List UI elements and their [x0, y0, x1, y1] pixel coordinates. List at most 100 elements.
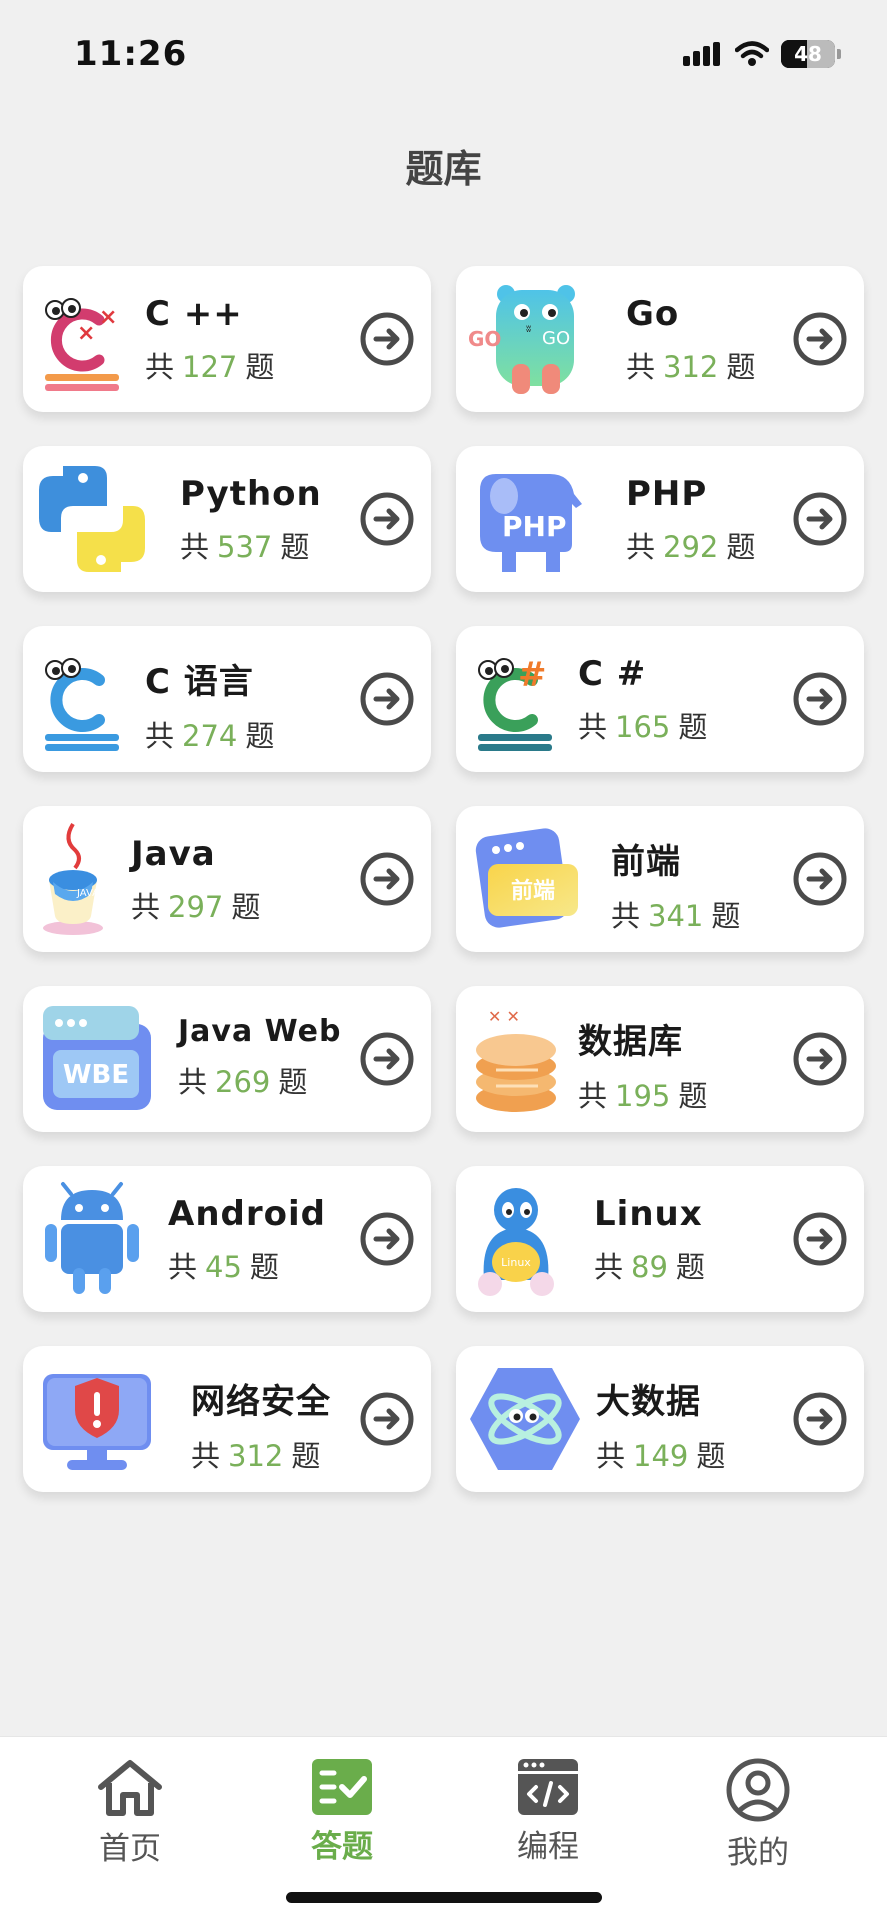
- go-gopher-icon: ʬ GO GO: [468, 285, 575, 394]
- category-card-java-web[interactable]: WBE Java Web 共 269 题: [23, 986, 431, 1132]
- svg-text:×: ×: [77, 321, 95, 346]
- category-name: C ++: [145, 294, 243, 334]
- category-name: Linux: [594, 1194, 703, 1234]
- category-name: 前端: [611, 842, 681, 882]
- category-name: 大数据: [596, 1382, 701, 1422]
- category-card-database[interactable]: ✕ ✕ 数据库 共 195 题: [456, 986, 864, 1132]
- question-count: 共 341 题: [611, 899, 741, 933]
- linux-penguin-icon: Linux: [478, 1188, 554, 1296]
- php-elephant-icon: PHP: [480, 474, 582, 572]
- arrow-right-icon[interactable]: [359, 311, 415, 367]
- android-icon: [45, 1182, 139, 1294]
- category-name: Android: [168, 1194, 326, 1234]
- arrow-right-icon[interactable]: [359, 491, 415, 547]
- question-count: 共 269 题: [178, 1065, 308, 1099]
- cpp-icon: × ×: [45, 298, 119, 391]
- category-name: C #: [578, 654, 647, 694]
- status-bar: 11:26 48: [0, 0, 887, 110]
- category-name: PHP: [626, 474, 708, 514]
- question-count: 共 165 题: [578, 710, 708, 744]
- svg-text:WBE: WBE: [63, 1060, 129, 1090]
- wifi-icon: [735, 41, 769, 66]
- c-language-icon: [45, 658, 119, 751]
- question-count: 共 89 题: [594, 1250, 705, 1284]
- category-card-c[interactable]: C 语言 共 274 题: [23, 626, 431, 772]
- frontend-icon: 前端: [475, 828, 578, 928]
- svg-text:×: ×: [99, 305, 117, 330]
- category-name: 数据库: [578, 1022, 683, 1062]
- security-monitor-icon: [43, 1374, 151, 1470]
- tab-home-label: 首页: [99, 1831, 161, 1867]
- arrow-right-icon[interactable]: [359, 1031, 415, 1087]
- database-icon: ✕ ✕: [476, 1007, 556, 1112]
- category-card-python[interactable]: Python 共 537 题: [23, 446, 431, 592]
- question-count: 共 297 题: [131, 890, 261, 924]
- code-icon: [518, 1759, 578, 1815]
- java-web-icon: WBE: [43, 1006, 151, 1110]
- question-count: 共 312 题: [626, 350, 756, 384]
- profile-icon: [726, 1758, 790, 1822]
- category-card-java[interactable]: JAVA Java 共 297 题: [23, 806, 431, 952]
- svg-text:GO: GO: [542, 328, 570, 349]
- category-name: Java Web: [178, 1014, 342, 1049]
- arrow-right-icon[interactable]: [792, 1211, 848, 1267]
- big-data-icon: [470, 1368, 580, 1470]
- category-name: Java: [131, 834, 216, 874]
- category-name: 网络安全: [191, 1382, 331, 1422]
- svg-text:✕ ✕: ✕ ✕: [488, 1007, 520, 1026]
- tab-quiz[interactable]: 答题: [242, 1757, 442, 1866]
- python-icon: [39, 466, 145, 572]
- arrow-right-icon[interactable]: [359, 671, 415, 727]
- tab-home[interactable]: 首页: [30, 1757, 230, 1868]
- category-name: Go: [626, 294, 680, 334]
- page-title: 题库: [405, 147, 482, 191]
- tab-quiz-label: 答题: [311, 1829, 373, 1865]
- question-count: 共 312 题: [191, 1439, 321, 1473]
- category-card-frontend[interactable]: 前端 前端 共 341 题: [456, 806, 864, 952]
- category-card-network-security[interactable]: 网络安全 共 312 题: [23, 1346, 431, 1492]
- status-icons: 48: [683, 40, 841, 68]
- tab-code-label: 编程: [517, 1829, 579, 1865]
- question-count: 共 127 题: [145, 350, 275, 384]
- svg-text:JAVA: JAVA: [76, 888, 99, 899]
- arrow-right-icon[interactable]: [792, 311, 848, 367]
- arrow-right-icon[interactable]: [359, 1391, 415, 1447]
- tab-code[interactable]: 编程: [448, 1757, 648, 1866]
- category-grid: × × C ++ 共 127 题 ʬ GO GO Go 共 312 题 Pyth…: [23, 266, 864, 1492]
- battery-icon: 48: [781, 40, 835, 68]
- category-card-big-data[interactable]: 大数据 共 149 题: [456, 1346, 864, 1492]
- question-count: 共 45 题: [168, 1250, 279, 1284]
- category-card-android[interactable]: Android 共 45 题: [23, 1166, 431, 1312]
- arrow-right-icon[interactable]: [792, 1391, 848, 1447]
- category-card-csharp[interactable]: # C # 共 165 题: [456, 626, 864, 772]
- svg-text:GO: GO: [468, 327, 501, 351]
- svg-text:PHP: PHP: [502, 510, 566, 543]
- category-card-linux[interactable]: Linux Linux 共 89 题: [456, 1166, 864, 1312]
- csharp-icon: #: [478, 655, 552, 751]
- arrow-right-icon[interactable]: [359, 851, 415, 907]
- svg-text:ʬ: ʬ: [526, 324, 531, 335]
- arrow-right-icon[interactable]: [359, 1211, 415, 1267]
- status-time: 11:26: [74, 34, 188, 74]
- category-name: C 语言: [145, 662, 254, 702]
- home-indicator: [286, 1892, 602, 1903]
- svg-text:#: #: [518, 655, 547, 695]
- question-count: 共 149 题: [596, 1439, 726, 1473]
- arrow-right-icon[interactable]: [792, 671, 848, 727]
- svg-text:前端: 前端: [511, 878, 555, 904]
- category-name: Python: [180, 474, 322, 514]
- question-count: 共 274 题: [145, 719, 275, 753]
- category-card-php[interactable]: PHP PHP 共 292 题: [456, 446, 864, 592]
- home-icon: [98, 1760, 162, 1816]
- question-count: 共 537 题: [180, 530, 310, 564]
- tab-profile-label: 我的: [727, 1835, 789, 1871]
- signal-icon: [683, 42, 720, 66]
- arrow-right-icon[interactable]: [792, 1031, 848, 1087]
- arrow-right-icon[interactable]: [792, 851, 848, 907]
- question-count: 共 195 题: [578, 1079, 708, 1113]
- category-card-cpp[interactable]: × × C ++ 共 127 题: [23, 266, 431, 412]
- arrow-right-icon[interactable]: [792, 491, 848, 547]
- battery-level: 48: [794, 42, 822, 66]
- tab-profile[interactable]: 我的: [658, 1757, 858, 1872]
- category-card-go[interactable]: ʬ GO GO Go 共 312 题: [456, 266, 864, 412]
